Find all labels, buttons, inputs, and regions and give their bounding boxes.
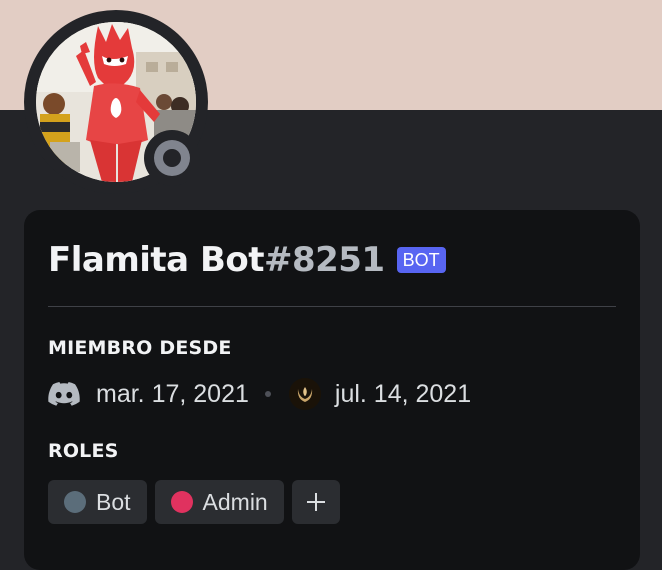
roles-title: ROLES [48,440,119,462]
member-since-title: MIEMBRO DESDE [48,337,232,359]
divider [48,306,616,307]
role-color-dot [170,491,193,513]
role-color-dot [64,491,86,513]
discord-join-date: mar. 17, 2021 [96,379,249,408]
role-label: Bot [96,488,131,515]
discord-logo-icon[interactable] [48,382,80,406]
discriminator: #8251 [263,240,385,280]
offline-status-icon [154,140,190,176]
server-join-date: jul. 14, 2021 [334,379,472,408]
add-role-button[interactable] [291,480,340,524]
bot-tag: BOT [396,247,446,273]
username: Flamita Bot [48,240,264,280]
plus-icon [306,493,325,511]
roles-list: Bot Admin [48,480,340,524]
role-label: Admin [202,488,268,515]
server-flame-icon[interactable] [288,378,321,410]
member-since-row: mar. 17, 2021 jul. 14, 2021 [48,376,471,412]
name-row: Flamita Bot #8251 BOT [48,236,446,284]
role-pill-admin[interactable]: Admin [154,480,284,524]
role-pill-bot[interactable]: Bot [48,480,147,524]
separator-dot [264,391,271,397]
